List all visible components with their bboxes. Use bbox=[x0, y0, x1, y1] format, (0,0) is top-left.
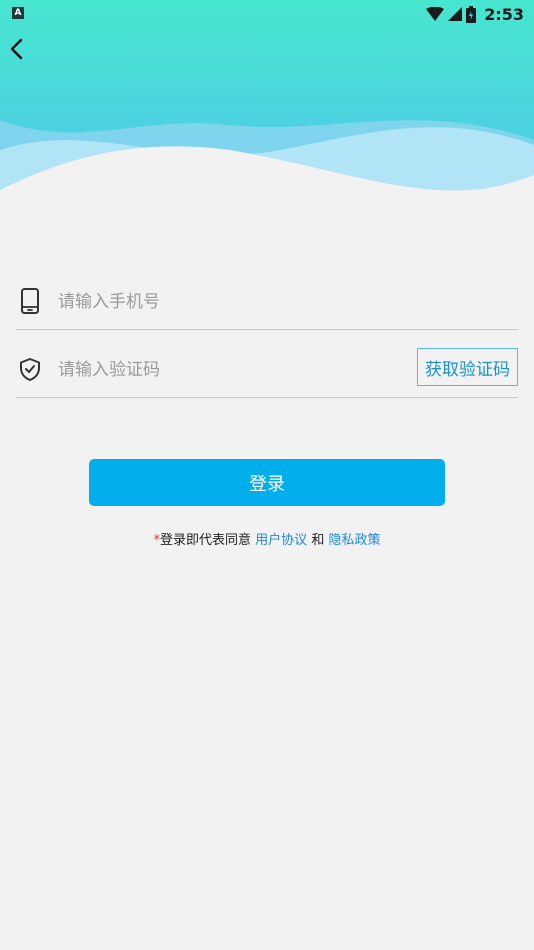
status-bar: A 2:53 bbox=[0, 0, 534, 28]
header-banner: A 2:53 bbox=[0, 0, 534, 200]
privacy-policy-link[interactable]: 隐私政策 bbox=[328, 533, 380, 548]
phone-icon bbox=[21, 288, 39, 314]
shield-check-icon bbox=[20, 358, 40, 381]
login-button[interactable]: 登录 bbox=[89, 459, 445, 506]
get-code-button[interactable]: 获取验证码 bbox=[417, 348, 518, 386]
wave-decoration bbox=[0, 120, 534, 200]
status-time: 2:53 bbox=[484, 4, 524, 24]
agreement-text: *登录即代表同意 用户协议 和 隐私政策 bbox=[0, 529, 534, 548]
battery-icon bbox=[466, 5, 477, 23]
agreement-prefix: 登录即代表同意 bbox=[160, 533, 252, 548]
verification-code-input[interactable] bbox=[56, 356, 360, 384]
agreement-and: 和 bbox=[311, 533, 325, 548]
wifi-icon bbox=[426, 7, 445, 21]
chevron-left-icon bbox=[10, 38, 23, 60]
back-button[interactable] bbox=[6, 36, 32, 62]
user-agreement-link[interactable]: 用户协议 bbox=[255, 533, 307, 548]
status-indicators: 2:53 bbox=[426, 3, 524, 25]
verification-code-field: 获取验证码 bbox=[16, 342, 518, 398]
phone-input[interactable] bbox=[56, 288, 360, 316]
app-notification-icon: A bbox=[12, 7, 24, 19]
phone-field bbox=[16, 274, 518, 330]
cellular-signal-icon bbox=[448, 7, 463, 21]
